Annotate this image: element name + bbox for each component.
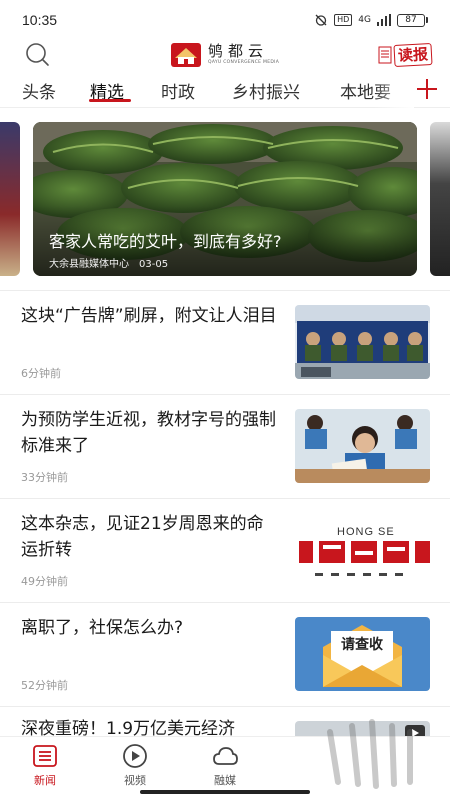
add-tab-icon[interactable] — [414, 76, 440, 102]
cloud-icon — [213, 747, 238, 765]
battery-indicator: 87 — [397, 13, 428, 27]
network-type: 4G — [358, 15, 371, 25]
nav-media[interactable]: 融媒 — [195, 743, 255, 788]
news-item[interactable]: 这本杂志，见证21岁周恩来的命运折转 49分钟前 HONG SE — [0, 498, 450, 602]
carousel-title: 客家人常吃的艾叶，到底有多好? — [49, 232, 282, 251]
news-title: 这本杂志，见证21岁周恩来的命运折转 — [21, 514, 264, 560]
signal-icon — [377, 14, 391, 26]
read-paper-button[interactable]: 读报 — [378, 43, 433, 67]
news-item[interactable]: 这块“广告牌”刷屏，附文让人泪目 6分钟前 — [0, 290, 450, 394]
status-bar: 10:35 HD 4G 87 — [0, 0, 450, 40]
nav-news[interactable]: 新闻 — [15, 743, 75, 788]
news-thumbnail: HONG SE — [295, 513, 430, 587]
carousel-prev-slide[interactable] — [0, 122, 20, 276]
nav-media-label: 融媒 — [214, 774, 236, 787]
news-title: 为预防学生近视，教材字号的强制标准来了 — [21, 410, 276, 456]
carousel-source: 大余县融媒体中心 — [49, 259, 129, 270]
news-title: 离职了，社保怎么办? — [21, 618, 184, 638]
news-item[interactable]: 离职了，社保怎么办? 52分钟前 请查收 — [0, 602, 450, 706]
watermark-logo-icon — [327, 719, 413, 789]
play-circle-icon — [123, 744, 147, 768]
nav-news-label: 新闻 — [34, 774, 56, 787]
carousel-next-slide[interactable] — [430, 122, 450, 276]
category-tabs: 头条 精选 时政 乡村振兴 本地要 — [0, 72, 450, 108]
news-title: 这块“广告牌”刷屏，附文让人泪目 — [21, 306, 277, 326]
logo-title: 鸲都云 — [208, 42, 269, 61]
tab-rural-revival[interactable]: 乡村振兴 — [232, 78, 300, 103]
news-thumbnail: 请查收 — [295, 617, 430, 691]
app-logo: 鸲都云 QAYU CONVERGENCE MEDIA — [170, 40, 279, 70]
hd-badge: HD — [334, 14, 353, 26]
carousel-meta: 大余县融媒体中心 03-05 — [49, 255, 168, 270]
featured-carousel[interactable]: 客家人常吃的艾叶，到底有多好? 大余县融媒体中心 03-05 — [0, 122, 450, 276]
tab-politics[interactable]: 时政 — [161, 78, 195, 103]
app-header: 鸲都云 QAYU CONVERGENCE MEDIA 读报 — [0, 40, 450, 70]
news-thumbnail — [295, 305, 430, 379]
thumb-caption: 请查收 — [341, 636, 384, 653]
newspaper-icon — [378, 46, 392, 64]
news-thumbnail — [295, 409, 430, 483]
thumb-caption: HONG SE — [337, 526, 395, 538]
battery-level: 87 — [397, 13, 425, 27]
news-time: 6分钟前 — [21, 367, 61, 380]
status-time: 10:35 — [22, 12, 58, 28]
carousel-main-slide[interactable]: 客家人常吃的艾叶，到底有多好? 大余县融媒体中心 03-05 — [33, 122, 417, 276]
news-time: 33分钟前 — [21, 471, 68, 484]
news-item[interactable]: 为预防学生近视，教材字号的强制标准来了 33分钟前 — [0, 394, 450, 498]
status-icons: HD 4G 87 — [314, 13, 428, 27]
tab-headlines[interactable]: 头条 — [22, 78, 56, 103]
news-time: 49分钟前 — [21, 575, 68, 588]
logo-subtitle: QAYU CONVERGENCE MEDIA — [208, 60, 280, 66]
news-time: 52分钟前 — [21, 679, 68, 692]
search-icon[interactable] — [22, 40, 52, 70]
alarm-off-icon — [315, 14, 327, 26]
home-indicator[interactable] — [140, 790, 310, 794]
news-list-icon — [33, 745, 57, 767]
nav-video-label: 视频 — [124, 774, 146, 787]
nav-video[interactable]: 视频 — [105, 743, 165, 788]
carousel-date: 03-05 — [139, 259, 169, 270]
read-paper-label: 读报 — [393, 43, 433, 67]
active-tab-indicator — [89, 99, 131, 102]
logo-mark-icon — [171, 43, 201, 67]
